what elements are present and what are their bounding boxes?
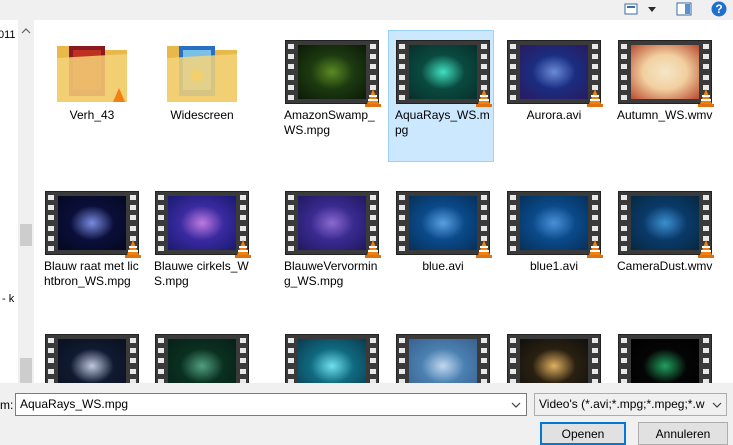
chevron-down-icon [712,402,722,408]
change-view-icon [624,3,656,15]
thumbnail [45,40,139,104]
filetype-dropdown-button[interactable] [710,396,724,413]
scrollbar-track-dark [20,358,32,383]
file-name-label: CameraDust.wmv [617,259,713,273]
video-file-item[interactable]: blue1.avi [501,183,607,274]
toolbar: ? [0,0,733,20]
cancel-button[interactable]: Annuleren [638,422,728,445]
video-file-item[interactable]: Aurora.avi [501,32,607,123]
thumbnail [507,191,603,258]
video-file-item[interactable] [390,326,496,383]
nav-item-fragment[interactable]: 011 [0,29,16,41]
video-file-item[interactable]: Blauwe cirkels_WS.mpg [149,183,255,289]
nav-item-fragment[interactable]: - k [2,293,14,305]
video-thumbnail [45,334,139,383]
file-name-label: Aurora.avi [526,108,582,122]
file-name-label: AquaRays_WS.mpg [395,108,490,137]
help-label: ? [715,2,723,16]
vlc-cone-icon [476,89,492,107]
thumbnail [507,334,601,383]
filename-label: m: [0,398,14,412]
file-name-label: BlauweVervorming_WS.mpg [284,259,378,288]
help-button[interactable]: ? [710,1,728,17]
thumbnail [155,334,249,383]
thumbnail [155,40,249,104]
navigation-scrollbar[interactable] [18,20,34,383]
folder-icon [57,46,127,102]
folder-item[interactable]: Verh_43 [39,32,145,123]
thumbnail [618,40,714,107]
file-name-label: Verh_43 [69,108,115,122]
folder-item[interactable]: Widescreen [149,32,255,123]
thumbnail [155,191,251,258]
file-name-label: blue1.avi [529,259,579,273]
video-thumbnail [507,334,601,383]
thumbnail [396,191,492,258]
vlc-cone-icon [587,240,603,258]
video-file-item[interactable]: CameraDust.wmv [612,183,718,274]
filetype-value: Video's (*.avi;*.mpg;*.mpeg;*.w [539,397,705,411]
thumbnail [285,40,381,107]
file-name-label: AmazonSwamp_WS.mpg [284,108,375,137]
filename-value: AquaRays_WS.mpg [20,397,129,411]
vlc-cone-icon [235,240,251,258]
file-name-label: Blauw raat met lichtbron_WS.mpg [44,259,139,288]
open-button[interactable]: Openen [540,422,626,445]
file-name-label: Blauwe cirkels_WS.mpg [154,259,249,288]
video-file-item[interactable]: AmazonSwamp_WS.mpg [279,32,385,138]
filename-input[interactable]: AquaRays_WS.mpg [15,393,527,416]
dialog-footer: m: AquaRays_WS.mpg Video's (*.avi;*.mpg;… [0,383,733,445]
video-file-item[interactable]: Autumn_WS.wmv [612,32,718,123]
folder-icon [167,46,237,102]
vlc-cone-icon [698,89,714,107]
cancel-button-label: Annuleren [655,426,711,441]
chevron-down-icon [511,402,521,408]
video-file-item[interactable] [39,326,145,383]
thumbnail [45,191,141,258]
vlc-cone-icon [698,240,714,258]
thumbnail [618,191,714,258]
filetype-select[interactable]: Video's (*.avi;*.mpg;*.mpeg;*.w [534,393,727,416]
file-list[interactable]: Verh_43 Widescreen AmazonSwamp_WS.mpg AquaR… [34,20,733,383]
thumbnail [285,191,381,258]
video-thumbnail [285,334,379,383]
open-button-label: Openen [561,426,605,441]
navigation-pane[interactable]: 011 - k [0,20,18,383]
vlc-cone-icon [365,240,381,258]
thumbnail [45,334,139,383]
thumbnail [285,334,379,383]
vlc-cone-icon [476,240,492,258]
vlc-cone-icon [365,89,381,107]
scroll-up-icon[interactable] [18,24,34,38]
thumbnail [396,334,490,383]
thumbnail [618,334,712,383]
video-file-item[interactable] [279,326,385,383]
scrollbar-thumb[interactable] [20,224,32,246]
video-file-item[interactable] [501,326,607,383]
video-file-item[interactable]: BlauweVervorming_WS.mpg [279,183,385,289]
video-thumbnail [618,334,712,383]
preview-pane-button[interactable] [674,1,694,17]
video-thumbnail [155,334,249,383]
video-thumbnail [396,334,490,383]
video-file-item[interactable]: Blauw raat met lichtbron_WS.mpg [39,183,145,289]
video-file-item[interactable] [612,326,718,383]
thumbnail [507,40,603,107]
vlc-cone-icon [125,240,141,258]
preview-pane-icon [676,2,692,16]
file-name-label: blue.avi [422,259,464,273]
filename-dropdown-button[interactable] [508,396,524,413]
video-file-item[interactable]: blue.avi [390,183,496,274]
change-view-button[interactable] [620,1,660,17]
thumbnail [396,40,492,107]
file-name-label: Widescreen [170,108,234,122]
file-name-label: Autumn_WS.wmv [617,108,713,122]
video-file-item[interactable]: AquaRays_WS.mpg [388,30,496,162]
video-file-item[interactable] [149,326,255,383]
vlc-cone-icon [587,89,603,107]
